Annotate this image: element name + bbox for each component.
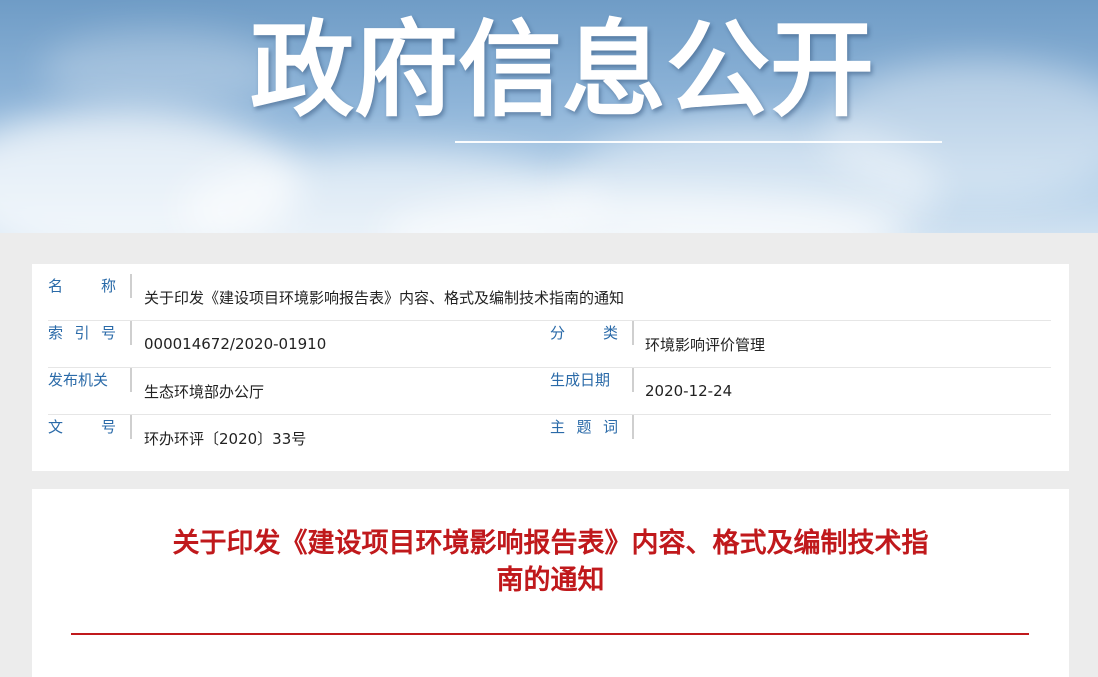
issuer-value: 生态环境部办公厅	[144, 382, 265, 401]
index-label-text: 索 引 号	[48, 321, 116, 345]
category-value: 环境影响评价管理	[645, 335, 766, 354]
docno-label-text: 文 号	[48, 415, 116, 439]
label-char: 类	[602, 324, 618, 342]
label-char: 词	[602, 418, 618, 436]
docno-value: 环办环评〔2020〕33号	[144, 429, 307, 448]
banner-divider	[455, 141, 942, 143]
label-char: 号	[100, 418, 116, 436]
label-char: 索	[48, 324, 64, 342]
label-char: 号	[100, 324, 116, 342]
label-char: 称	[100, 277, 116, 295]
banner-cloud	[40, 30, 280, 110]
date-value: 2020-12-24	[645, 382, 733, 400]
label-char: 主	[550, 418, 566, 436]
category-label: 分 类	[550, 321, 634, 345]
article-title-line: 南的通知	[496, 565, 605, 596]
label-text: 生成日期	[550, 371, 611, 389]
label-char: 题	[576, 418, 592, 436]
name-label-text: 名 称	[48, 274, 116, 298]
docno-label: 文 号	[48, 415, 132, 439]
keywords-label-text: 主 题 词	[550, 415, 618, 439]
index-label: 索 引 号	[48, 321, 132, 345]
meta-row-docno: 文 号 环办环评〔2020〕33号 主 题 词	[48, 415, 1051, 462]
label-char: 引	[74, 324, 90, 342]
name-value: 关于印发《建设项目环境影响报告表》内容、格式及编制技术指南的通知	[144, 288, 625, 307]
issuer-label: 发布机关	[48, 368, 132, 392]
name-label: 名 称	[48, 274, 132, 298]
meta-row-name: 名 称 关于印发《建设项目环境影响报告表》内容、格式及编制技术指南的通知	[48, 274, 1051, 321]
meta-row-index: 索 引 号 000014672/2020-01910 分 类 环境影响评价管理	[48, 321, 1051, 368]
article-title-line: 关于印发《建设项目环境影响报告表》内容、格式及编制技术指	[172, 528, 929, 559]
title-divider	[71, 633, 1029, 635]
banner-title: 政府信息公开	[250, 9, 875, 131]
header-banner: 政府信息公开	[0, 0, 1098, 233]
label-char: 文	[48, 418, 64, 436]
label-char: 名	[48, 277, 64, 295]
keywords-label: 主 题 词	[550, 415, 634, 439]
label-char: 分	[550, 324, 566, 342]
label-text: 发布机关	[48, 371, 109, 389]
metadata-panel: 名 称 关于印发《建设项目环境影响报告表》内容、格式及编制技术指南的通知 索 引…	[32, 264, 1069, 471]
article-title: 关于印发《建设项目环境影响报告表》内容、格式及编制技术指 南的通知	[72, 525, 1029, 599]
index-value: 000014672/2020-01910	[144, 335, 327, 353]
meta-row-issuer: 发布机关 生态环境部办公厅 生成日期 2020-12-24	[48, 368, 1051, 415]
category-label-text: 分 类	[550, 321, 618, 345]
date-label: 生成日期	[550, 368, 634, 392]
article-panel: 关于印发《建设项目环境影响报告表》内容、格式及编制技术指 南的通知	[32, 489, 1069, 677]
